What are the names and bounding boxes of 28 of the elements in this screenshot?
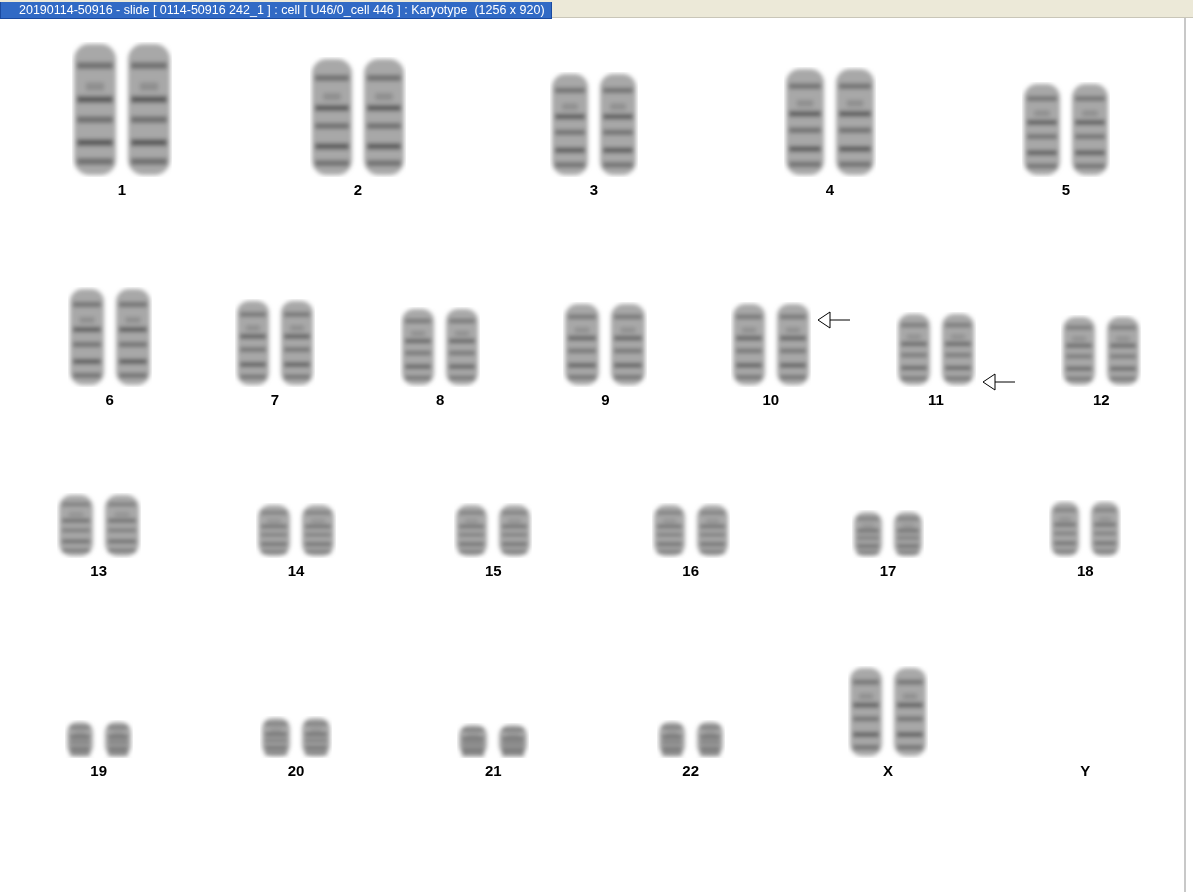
chromosome-number: 3 [589,181,599,198]
chromosome-number: 1 [117,181,127,198]
chromosome-number: 14 [287,562,305,579]
chromosome-number: 22 [682,762,699,779]
chromosome-number: 15 [484,562,502,579]
chromosome-number: 11 [928,391,944,408]
chromosome-pair-drawing [260,716,332,758]
chromosome-number: 12 [1093,391,1110,408]
chromosome-number: 19 [90,762,107,779]
chromosome-number: 18 [1076,562,1094,579]
chromosome-number: 21 [484,762,502,779]
chromosome-number: 13 [90,562,107,579]
chromosome-number: 17 [879,562,897,579]
chromosome-number: 5 [1061,181,1071,198]
chromosome-number: 7 [270,391,280,408]
chromosome-number: Y [1080,762,1091,779]
chromosome-number: 8 [436,391,445,408]
window-title: 20190114-50916 - slide [ 0114-50916 242_1 ] : cell [ U46/0_cell 446 ] : Karyotype (1256 x 920) [0,2,552,19]
chromosome-number: 9 [601,391,610,408]
chromosome-pair-drawing [656,720,725,758]
chromosome-number: 6 [105,391,114,408]
chromosome-pair-drawing [64,720,133,758]
chromosome-number: X [882,762,893,779]
chromosome-number: 10 [762,391,780,408]
chromosome-number: 4 [825,181,835,198]
chromosome-number: 2 [353,181,363,198]
chromosome-number: 20 [287,762,305,779]
chromosome-number: 16 [682,562,699,579]
